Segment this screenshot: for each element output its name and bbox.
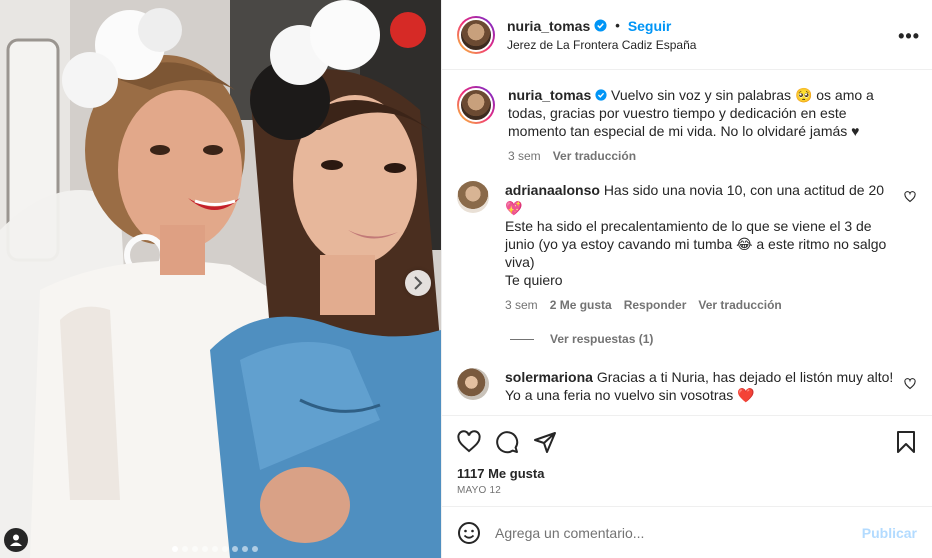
follow-button[interactable]: Seguir bbox=[628, 18, 672, 34]
comment-item: solermariona Gracias a ti Nuria, has dej… bbox=[457, 368, 916, 404]
verified-badge-icon bbox=[594, 19, 607, 32]
caption-time[interactable]: 3 sem bbox=[508, 149, 541, 163]
comment-button[interactable] bbox=[495, 430, 519, 454]
comment-icon bbox=[496, 431, 519, 454]
comments-section: nuria_tomas Vuelvo sin voz y sin palabra… bbox=[442, 70, 932, 415]
emoji-icon[interactable] bbox=[457, 521, 481, 545]
commenter-username[interactable]: solermariona bbox=[505, 369, 593, 385]
comment-line: Te quiero bbox=[505, 272, 563, 288]
post-photo[interactable] bbox=[0, 0, 441, 558]
replies-divider bbox=[510, 338, 534, 340]
view-replies-label: Ver respuestas (1) bbox=[550, 332, 654, 346]
tagged-users-button[interactable] bbox=[4, 528, 28, 552]
caption-text: nuria_tomas Vuelvo sin voz y sin palabra… bbox=[508, 86, 894, 140]
publish-button[interactable]: Publicar bbox=[862, 525, 917, 541]
commenter-avatar[interactable] bbox=[457, 368, 489, 400]
carousel-dot bbox=[192, 546, 198, 552]
add-comment-bar: Publicar bbox=[442, 506, 932, 558]
author-avatar[interactable] bbox=[457, 15, 495, 54]
reply-button[interactable]: Responder bbox=[624, 298, 687, 312]
comment-input[interactable] bbox=[495, 524, 862, 541]
comment-time[interactable]: 3 sem bbox=[505, 298, 538, 312]
caption-avatar[interactable] bbox=[457, 86, 495, 124]
post-header: nuria_tomas • Seguir Jerez de La Fronter… bbox=[442, 0, 932, 70]
chevron-right-icon bbox=[414, 276, 423, 290]
comment-line: Este ha sido el precalentamiento de lo q… bbox=[505, 218, 887, 270]
photo-illustration bbox=[0, 0, 441, 558]
commenter-avatar[interactable] bbox=[457, 181, 489, 213]
post-side-panel: nuria_tomas • Seguir Jerez de La Fronter… bbox=[441, 0, 932, 558]
comment-text: adrianaalonso Has sido una novia 10, con… bbox=[505, 181, 894, 217]
post-caption: nuria_tomas Vuelvo sin voz y sin palabra… bbox=[457, 86, 916, 163]
comment-translate-button[interactable]: Ver traducción bbox=[698, 298, 781, 312]
bookmark-icon bbox=[897, 431, 915, 453]
view-replies-button[interactable]: Ver respuestas (1) bbox=[510, 332, 916, 346]
share-icon bbox=[534, 432, 556, 453]
commenter-username[interactable]: adrianaalonso bbox=[505, 182, 600, 198]
caption-translate-button[interactable]: Ver traducción bbox=[553, 149, 636, 163]
post-location[interactable]: Jerez de La Frontera Cadiz España bbox=[507, 38, 696, 52]
post-date[interactable]: MAYO 12 bbox=[457, 485, 916, 496]
carousel-dot bbox=[182, 546, 188, 552]
carousel-dot bbox=[202, 546, 208, 552]
verified-badge-icon bbox=[595, 89, 607, 101]
share-button[interactable] bbox=[533, 430, 557, 454]
heart-icon[interactable] bbox=[904, 191, 916, 203]
post-actions: 1117 Me gusta MAYO 12 Publicar bbox=[442, 415, 932, 558]
save-button[interactable] bbox=[896, 430, 916, 454]
comment-text: solermariona Gracias a ti Nuria, has dej… bbox=[505, 368, 894, 404]
heart-icon[interactable] bbox=[904, 378, 916, 390]
carousel-dot bbox=[252, 546, 258, 552]
comment-item: adrianaalonso Has sido una novia 10, con… bbox=[457, 181, 916, 312]
carousel-dot bbox=[222, 546, 228, 552]
carousel-dot bbox=[242, 546, 248, 552]
more-options-icon[interactable]: ••• bbox=[898, 26, 920, 47]
carousel-dot bbox=[212, 546, 218, 552]
likes-count[interactable]: 1117 Me gusta bbox=[457, 466, 916, 481]
separator-dot: • bbox=[615, 18, 620, 33]
carousel-dots bbox=[172, 546, 258, 552]
heart-icon bbox=[457, 430, 481, 453]
comment-likes[interactable]: 2 Me gusta bbox=[550, 298, 612, 312]
user-tag-icon bbox=[10, 534, 22, 546]
carousel-next-button[interactable] bbox=[405, 270, 431, 296]
like-button[interactable] bbox=[457, 430, 481, 454]
carousel-dot bbox=[172, 546, 178, 552]
author-username[interactable]: nuria_tomas bbox=[507, 18, 590, 34]
carousel-dot bbox=[232, 546, 238, 552]
caption-username[interactable]: nuria_tomas bbox=[508, 87, 591, 103]
